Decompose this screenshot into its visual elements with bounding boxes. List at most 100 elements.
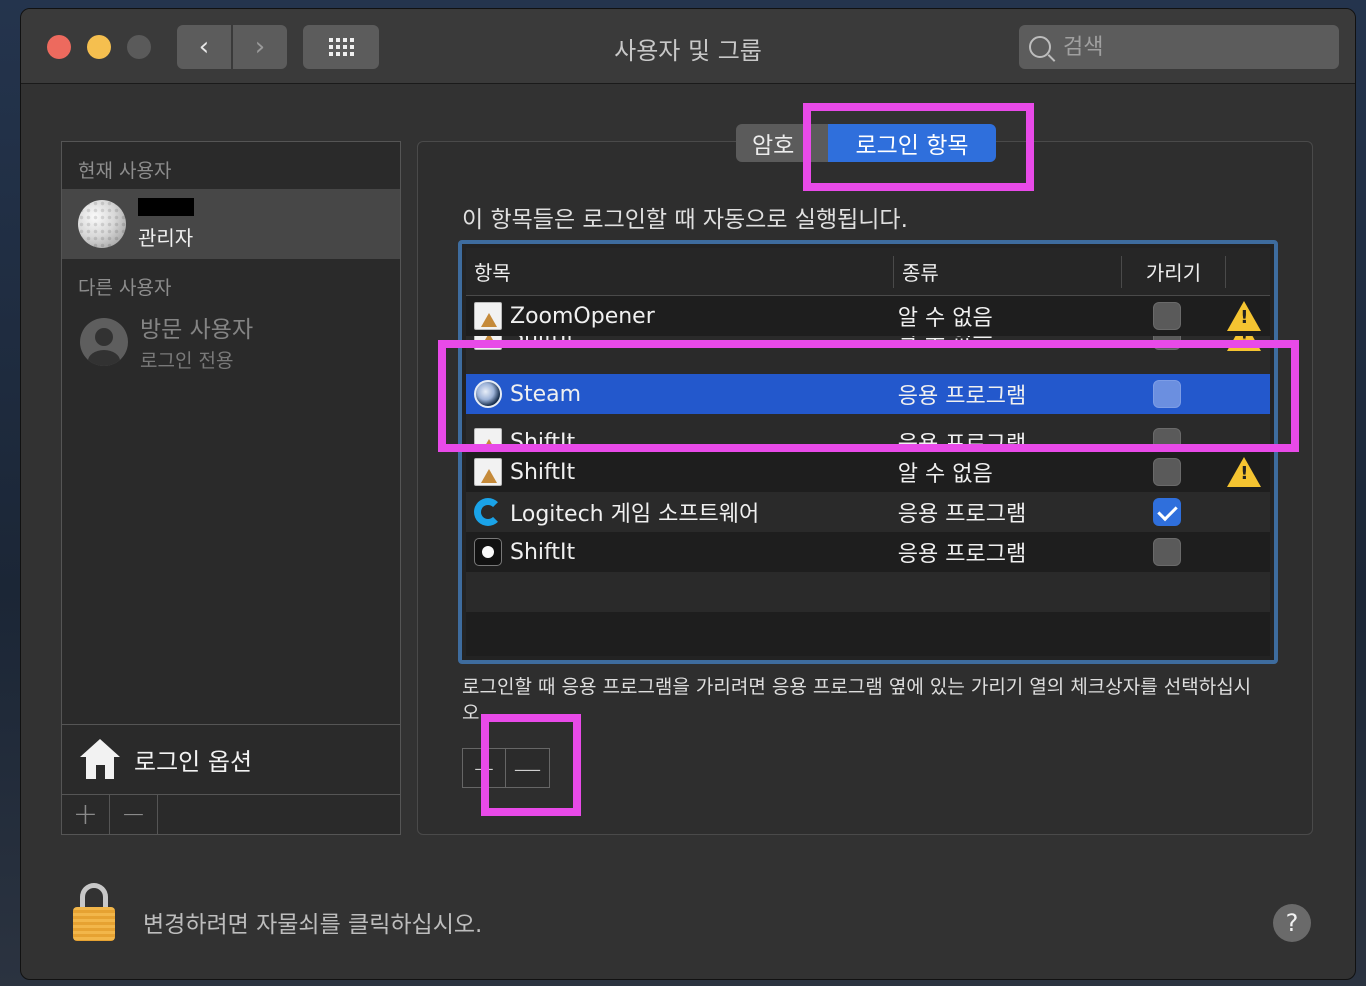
item-kind: 응용 프로그램 [897,542,1027,567]
empty-row [466,572,1270,612]
table-row[interactable]: ShiftIt 응용 프로그램 [466,414,1270,452]
hide-cell [1116,296,1219,336]
warning-cell [1219,452,1270,492]
tab-login-items[interactable]: 로그인 항목 [828,124,996,162]
hide-cell [1116,336,1219,356]
logitech-icon [474,498,502,526]
warning-cell [1219,532,1270,572]
document-icon [474,336,502,350]
login-options-label: 로그인 옵션 [134,748,253,776]
sidebar-button-bar: + − [62,794,400,834]
item-name: Steam [510,381,582,407]
column-header-item[interactable]: 항목 [466,255,894,288]
table-row[interactable]: ShiftIt 알 수 없음 [466,336,1270,374]
table-row[interactable]: ShiftIt 알 수 없음 [466,452,1270,492]
column-header-hide[interactable]: 가리기 [1122,255,1226,288]
hide-checkbox[interactable] [1153,302,1182,330]
golf-ball-avatar [78,200,126,248]
table-row[interactable]: ZoomOpener 알 수 없음 [466,296,1270,336]
item-name: ShiftIt [510,459,576,485]
login-items-description: 이 항목들은 로그인할 때 자동으로 실행됩니다. [462,207,908,233]
item-name-cell: ShiftIt [466,336,890,356]
hide-cell [1116,422,1219,452]
warning-icon [1227,301,1262,331]
users-sidebar: 현재 사용자 관리자 다른 사용자 방문 사용자 로그인 전용 로그인 옵션 +… [61,141,401,835]
guest-user-subtitle: 로그인 전용 [140,350,234,372]
item-name-cell: ShiftIt [466,422,890,452]
item-name-cell: ShiftIt [466,452,890,492]
warning-cell [1219,492,1270,532]
document-icon [474,428,502,452]
hide-checkbox[interactable] [1153,458,1182,486]
warning-icon [1227,336,1262,351]
warning-cell [1219,374,1270,414]
item-kind: 응용 프로그램 [897,502,1027,527]
warning-cell [1219,296,1270,336]
tab-bar: 암호 로그인 항목 [736,124,996,162]
login-options-item[interactable]: 로그인 옵션 [62,724,400,794]
lock-instruction-text: 변경하려면 자물쇠를 클릭하십시오. [143,912,483,938]
guest-avatar-icon [80,317,128,366]
item-name: ShiftIt [510,336,576,349]
document-icon [474,458,502,486]
warning-cell [1219,336,1270,356]
warning-icon [1227,457,1262,487]
add-user-button[interactable]: + [62,795,110,834]
steam-icon [474,380,502,408]
item-kind: 응용 프로그램 [897,432,1027,452]
login-items-panel: 암호 로그인 항목 이 항목들은 로그인할 때 자동으로 실행됩니다. 항목 종… [417,124,1313,835]
lock-icon[interactable] [73,883,115,941]
add-login-item-button[interactable]: + [462,748,506,788]
help-button[interactable]: ? [1273,904,1311,942]
guest-user-item[interactable]: 방문 사용자 로그인 전용 [62,306,400,377]
item-name-cell: ShiftIt [466,532,890,572]
hide-cell [1116,532,1219,572]
hide-hint-text: 로그인할 때 응용 프로그램을 가리려면 응용 프로그램 옆에 있는 가리기 열… [462,676,1252,724]
hide-checkbox[interactable] [1153,428,1182,452]
item-name-cell: Logitech 게임 소프트웨어 [466,492,890,532]
hide-cell [1116,492,1219,532]
title-bar: ‹ › 사용자 및 그룹 [21,9,1355,84]
item-name: Logitech 게임 소프트웨어 [510,502,760,527]
login-item-buttons: + — [462,748,550,788]
item-name: ShiftIt [510,429,576,453]
guest-user-name: 방문 사용자 [140,317,254,343]
item-kind: 알 수 없음 [897,306,993,331]
item-kind: 알 수 없음 [897,336,993,351]
table-row[interactable]: Logitech 게임 소프트웨어 응용 프로그램 [466,492,1270,532]
table-body: ZoomOpener 알 수 없음 ShiftIt 알 수 없음 Steam 응용 프로그… [466,296,1270,652]
current-user-item[interactable]: 관리자 [62,189,400,259]
redacted-user-name [138,197,194,216]
item-kind: 알 수 없음 [897,462,993,487]
other-users-label: 다른 사용자 [78,277,172,299]
hide-checkbox[interactable] [1153,380,1182,408]
hide-cell [1116,452,1219,492]
search-input[interactable] [1063,34,1313,60]
item-name-cell: ZoomOpener [466,296,890,336]
current-user-label: 현재 사용자 [78,160,172,182]
login-items-table[interactable]: 항목 종류 가리기 ZoomOpener알 수 없음ShiftIt알 수 없음S… [458,240,1278,664]
column-header-kind[interactable]: 종류 [894,255,1122,288]
item-name-cell: Steam [466,374,890,414]
warning-cell [1219,422,1270,452]
table-row[interactable]: Steam 응용 프로그램 [466,374,1270,414]
tab-password[interactable]: 암호 [736,124,828,162]
table-header: 항목 종류 가리기 [466,248,1270,296]
system-preferences-window: ‹ › 사용자 및 그룹 현재 사용자 관리자 다른 사용자 [20,8,1356,980]
hide-checkbox[interactable] [1153,498,1182,526]
hide-cell [1116,374,1219,414]
document-icon [474,302,502,330]
remove-login-item-button[interactable]: — [506,748,550,788]
item-name: ShiftIt [510,539,576,565]
empty-row [466,612,1270,652]
house-icon [78,738,122,781]
shiftit-icon [474,538,502,566]
item-kind: 응용 프로그램 [897,384,1027,409]
hide-checkbox[interactable] [1153,538,1182,566]
remove-user-button[interactable]: − [110,795,158,834]
search-field[interactable] [1019,25,1339,69]
hide-checkbox[interactable] [1153,336,1182,350]
search-icon [1029,36,1051,58]
item-name: ZoomOpener [510,303,655,329]
table-row[interactable]: ShiftIt 응용 프로그램 [466,532,1270,572]
